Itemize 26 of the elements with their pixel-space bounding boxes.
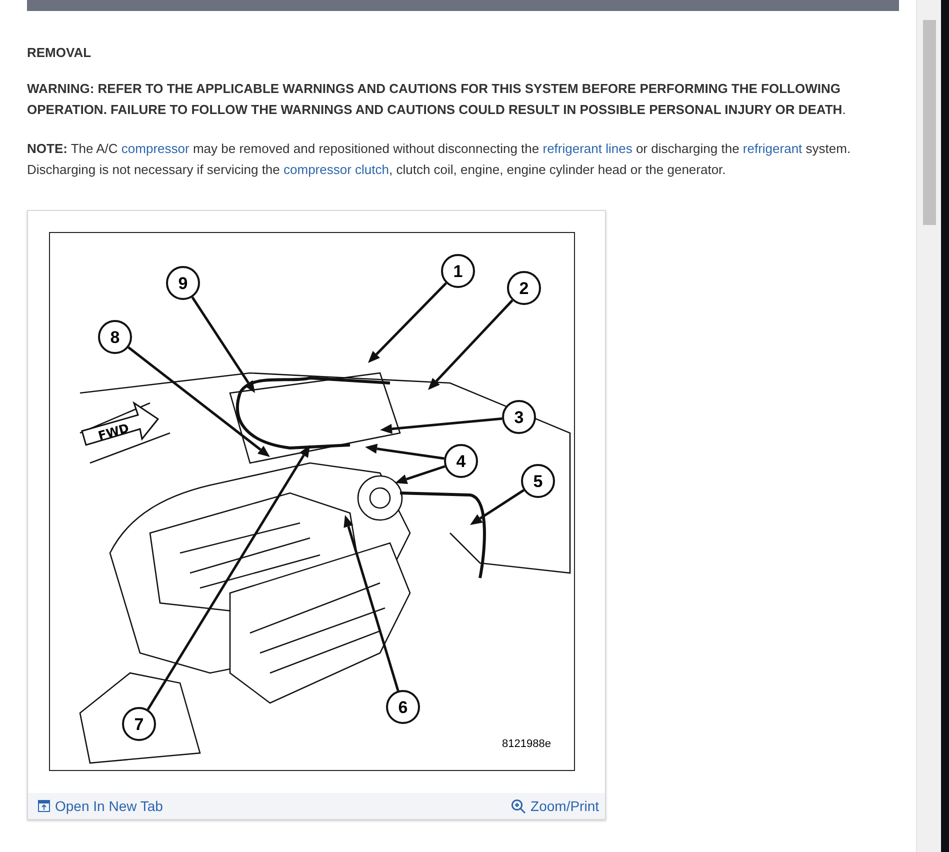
inline-link[interactable]: compressor clutch	[284, 162, 389, 177]
callout-number: 7	[122, 707, 156, 741]
forward-arrow: FWD	[81, 401, 160, 446]
callout-number: 3	[502, 400, 536, 434]
callout-number: 9	[166, 266, 200, 300]
callout-number: 6	[386, 690, 420, 724]
inline-link[interactable]: refrigerant lines	[542, 141, 632, 156]
new-tab-icon	[38, 800, 50, 812]
inline-link[interactable]: refrigerant	[742, 141, 802, 156]
callout-number: 4	[444, 444, 478, 478]
leader-arrow	[395, 465, 446, 484]
callout-number: 2	[507, 271, 541, 305]
inline-link[interactable]: compressor	[121, 141, 190, 156]
scrollbar[interactable]	[916, 0, 941, 852]
note-text: NOTE: The A/C compressor may be removed and repositioned without disconnecting the refrigerant lines or discharging the refrigerant system. Discharging is not necessary if servicing the compressor clutch, clutch coil, engine, engine cylinder head or the generator.	[27, 140, 852, 179]
warning-text: WARNING: REFER TO THE APPLICABLE WARNINGS AND CAUTIONS FOR THIS SYSTEM BEFORE PERFORMING THE FOLLOWING OPERATION. FAILURE TO FOLLOW THE WARNINGS AND CAUTIONS COULD RESULT IN POSSIBLE PERSONAL INJURY OR DEATH.	[27, 80, 847, 119]
callout-number: 1	[441, 254, 475, 288]
zoom-in-icon	[510, 798, 526, 814]
callout-number: 8	[98, 320, 132, 354]
leader-arrow	[470, 489, 524, 525]
open-in-new-tab-link[interactable]: Open In New Tab	[38, 798, 163, 814]
scrollbar-thumb[interactable]	[922, 20, 936, 225]
section-heading: REMOVAL	[27, 45, 92, 60]
figure-id: 8121988e	[502, 738, 551, 750]
zoom-print-link[interactable]: Zoom/Print	[510, 798, 599, 814]
callout-number: 5	[521, 464, 555, 498]
